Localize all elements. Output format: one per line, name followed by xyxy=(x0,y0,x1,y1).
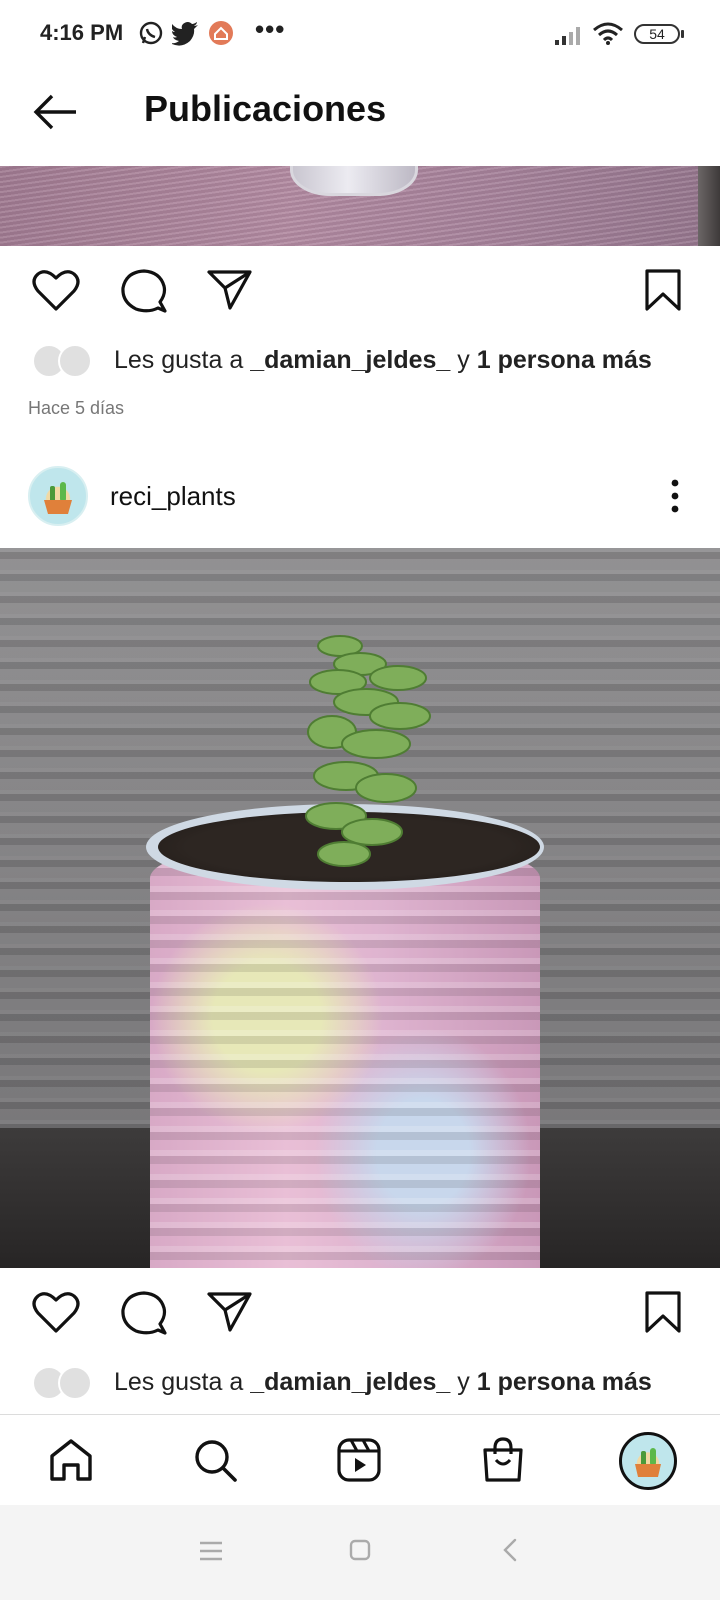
post-username[interactable]: reci_plants xyxy=(110,481,236,512)
like-heart-icon[interactable] xyxy=(32,1290,80,1334)
share-send-icon[interactable] xyxy=(206,1290,254,1334)
status-time: 4:16 PM xyxy=(40,20,124,45)
liker-avatar xyxy=(58,1366,92,1400)
like-heart-icon[interactable] xyxy=(32,268,80,312)
likes-user-link[interactable]: _damian_jeldes_ xyxy=(250,346,450,374)
page-title: Publicaciones xyxy=(144,88,387,129)
likes-join: y xyxy=(450,346,477,374)
whatsapp-icon xyxy=(138,20,164,46)
liker-avatars[interactable] xyxy=(32,1364,102,1404)
likes-user-link[interactable]: _damian_jeldes_ xyxy=(250,1368,450,1396)
likes-others-link[interactable]: 1 persona más xyxy=(477,346,652,374)
likes-join: y xyxy=(450,1368,477,1396)
system-back-icon[interactable] xyxy=(502,1538,518,1562)
system-home-icon[interactable] xyxy=(348,1538,372,1562)
post-photo[interactable] xyxy=(0,548,720,1268)
comment-icon[interactable] xyxy=(120,268,168,314)
wifi-icon xyxy=(592,22,624,46)
profile-avatar[interactable] xyxy=(619,1432,677,1490)
comment-icon[interactable] xyxy=(120,1290,168,1336)
back-arrow-icon[interactable] xyxy=(32,92,80,132)
likes-summary[interactable]: Les gusta a _damian_jeldes_ y 1 persona … xyxy=(114,346,652,375)
status-more-dots: ••• xyxy=(255,14,286,44)
reels-icon[interactable] xyxy=(336,1437,382,1483)
likes-prefix: Les gusta a xyxy=(114,346,251,374)
battery-indicator: 54 xyxy=(634,24,680,44)
shop-icon[interactable] xyxy=(480,1436,526,1484)
post-author-avatar[interactable] xyxy=(28,466,88,526)
photo-can-bottom xyxy=(290,166,418,196)
photo-succulent xyxy=(280,626,460,886)
search-icon[interactable] xyxy=(192,1437,238,1483)
home-icon[interactable] xyxy=(48,1437,94,1483)
signal-icon xyxy=(554,24,584,46)
liker-avatar xyxy=(58,344,92,378)
home-app-icon xyxy=(208,20,234,46)
photo-edge xyxy=(698,166,720,246)
more-options-icon[interactable] xyxy=(668,478,682,514)
liker-avatars[interactable] xyxy=(32,342,102,382)
twitter-icon xyxy=(172,20,200,46)
likes-others-link[interactable]: 1 persona más xyxy=(477,1368,652,1396)
likes-prefix: Les gusta a xyxy=(114,1368,251,1396)
bookmark-icon[interactable] xyxy=(644,268,682,312)
share-send-icon[interactable] xyxy=(206,268,254,312)
battery-tip xyxy=(681,30,684,38)
post-timestamp: Hace 5 días xyxy=(28,398,125,418)
bookmark-icon[interactable] xyxy=(644,1290,682,1334)
likes-summary[interactable]: Les gusta a _damian_jeldes_ y 1 persona … xyxy=(114,1368,652,1397)
photo-painted-can xyxy=(150,838,540,1268)
post-photo-previous[interactable] xyxy=(0,166,720,246)
recent-apps-icon[interactable] xyxy=(198,1540,224,1562)
